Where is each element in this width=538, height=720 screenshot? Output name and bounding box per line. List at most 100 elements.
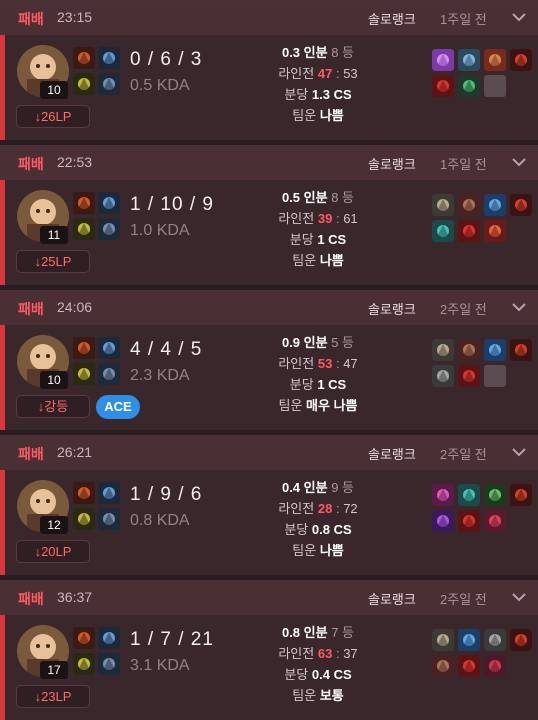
lp-change: ↓23LP bbox=[16, 685, 90, 708]
item-crystal-icon[interactable] bbox=[458, 629, 480, 651]
match-card[interactable]: 패배 22:53 솔로랭크 1주일 전 11 1 / 10 / 9 1.0 KD… bbox=[0, 145, 538, 285]
result-label: 패배 bbox=[18, 156, 44, 172]
result-label: 패배 bbox=[18, 301, 44, 317]
item-purple-icon[interactable] bbox=[432, 510, 454, 532]
team-luck-label: 팀운 bbox=[292, 688, 317, 703]
item-hammer-icon[interactable] bbox=[432, 339, 454, 361]
lane-win: 39 bbox=[317, 211, 333, 226]
item-red-icon[interactable] bbox=[458, 220, 480, 242]
item-pink-icon[interactable] bbox=[432, 484, 454, 506]
item-ruby-icon[interactable] bbox=[484, 655, 506, 677]
item-tome-icon[interactable] bbox=[484, 49, 506, 71]
item-teal-icon[interactable] bbox=[432, 220, 454, 242]
item-crystal-icon[interactable] bbox=[484, 339, 506, 361]
queue-type: 솔로랭크 bbox=[368, 12, 416, 27]
empty-item-slot[interactable] bbox=[484, 365, 506, 387]
lane-label: 라인전 bbox=[278, 501, 315, 516]
item-red-icon[interactable] bbox=[458, 510, 480, 532]
match-stats: 0.5 인분 8 등 라인전 39 : 61 분당 1 CS 팀운 나쁨 bbox=[248, 188, 388, 272]
chevron-down-icon[interactable] bbox=[511, 299, 527, 315]
rune-icon bbox=[98, 653, 120, 675]
item-trinket-icon[interactable] bbox=[510, 484, 532, 506]
team-luck-value: 나쁨 bbox=[319, 543, 344, 558]
item-red-icon[interactable] bbox=[458, 655, 480, 677]
match-card[interactable]: 패배 24:06 솔로랭크 2주일 전 10 4 / 4 / 5 2.3 KDA… bbox=[0, 290, 538, 430]
item-trinket-icon[interactable] bbox=[510, 49, 532, 71]
item-teal-icon[interactable] bbox=[458, 484, 480, 506]
rune-icon bbox=[73, 363, 95, 385]
match-card[interactable]: 패배 36:37 솔로랭크 2주일 전 17 1 / 7 / 21 3.1 KD… bbox=[0, 580, 538, 720]
match-header[interactable]: 패배 26:21 솔로랭크 2주일 전 bbox=[0, 436, 538, 470]
match-stats: 0.8 인분 7 등 라인전 63 : 37 분당 0.4 CS 팀운 보통 bbox=[248, 623, 388, 707]
summoner-spell-icon bbox=[73, 337, 95, 359]
game-duration: 23:15 bbox=[57, 9, 93, 25]
summoner-spell-icon bbox=[98, 192, 120, 214]
team-luck-value: 매우 나쁨 bbox=[306, 398, 358, 413]
match-header[interactable]: 패배 36:37 솔로랭크 2주일 전 bbox=[0, 581, 538, 615]
lane-label: 라인전 bbox=[278, 646, 315, 661]
chevron-down-icon[interactable] bbox=[511, 154, 527, 170]
lane-lose: 72 bbox=[343, 501, 358, 516]
lane-label: 라인전 bbox=[278, 66, 315, 81]
item-boots-icon[interactable] bbox=[458, 339, 480, 361]
time-ago: 2주일 전 bbox=[440, 592, 487, 607]
cs-value: 1 CS bbox=[317, 377, 347, 392]
item-trinket-icon[interactable] bbox=[510, 339, 532, 361]
result-label: 패배 bbox=[18, 446, 44, 462]
match-card[interactable]: 패배 26:21 솔로랭크 2주일 전 12 1 / 9 / 6 0.8 KDA… bbox=[0, 435, 538, 575]
item-red-flower-icon[interactable] bbox=[484, 510, 506, 532]
match-card[interactable]: 패배 23:15 솔로랭크 1주일 전 10 0 / 6 / 3 0.5 KDA… bbox=[0, 0, 538, 140]
match-stats: 0.3 인분 8 등 라인전 47 : 53 분당 1.3 CS 팀운 나쁨 bbox=[248, 43, 388, 127]
rank-value: 5 등 bbox=[331, 335, 355, 350]
team-luck-label: 팀운 bbox=[292, 108, 317, 123]
item-purple-orb-icon[interactable] bbox=[432, 49, 454, 71]
game-duration: 22:53 bbox=[57, 154, 93, 170]
lane-win: 53 bbox=[317, 356, 333, 371]
rank-value: 8 등 bbox=[331, 45, 355, 60]
lane-separator: : bbox=[335, 356, 340, 371]
match-header[interactable]: 패배 24:06 솔로랭크 2주일 전 bbox=[0, 291, 538, 325]
item-trinket-icon[interactable] bbox=[510, 629, 532, 651]
rune-icon bbox=[73, 218, 95, 240]
item-hammer-icon[interactable] bbox=[432, 194, 454, 216]
match-header[interactable]: 패배 23:15 솔로랭크 1주일 전 bbox=[0, 1, 538, 35]
lane-win: 47 bbox=[317, 66, 333, 81]
chevron-down-icon[interactable] bbox=[511, 9, 527, 25]
item-armor-icon[interactable] bbox=[484, 629, 506, 651]
item-boots-icon[interactable] bbox=[432, 655, 454, 677]
item-ward-icon[interactable] bbox=[458, 49, 480, 71]
item-orb-icon[interactable] bbox=[484, 220, 506, 242]
lane-label: 라인전 bbox=[278, 356, 315, 371]
time-ago: 1주일 전 bbox=[440, 12, 487, 27]
lane-lose: 61 bbox=[343, 211, 358, 226]
champion-level: 12 bbox=[40, 516, 68, 534]
cs-value: 1.3 CS bbox=[311, 87, 352, 102]
item-trinket-icon[interactable] bbox=[510, 194, 532, 216]
team-luck-label: 팀운 bbox=[292, 543, 317, 558]
summoner-spell-icon bbox=[73, 482, 95, 504]
item-red-icon[interactable] bbox=[432, 75, 454, 97]
rune-icon bbox=[73, 508, 95, 530]
item-crystal-icon[interactable] bbox=[484, 194, 506, 216]
kda-ratio: 1.0 KDA bbox=[130, 222, 190, 239]
cs-label: 분당 bbox=[284, 667, 309, 682]
queue-type: 솔로랭크 bbox=[368, 302, 416, 317]
lane-separator: : bbox=[335, 211, 340, 226]
item-red-icon[interactable] bbox=[458, 365, 480, 387]
item-armor-icon[interactable] bbox=[432, 365, 454, 387]
item-hammer-icon[interactable] bbox=[432, 629, 454, 651]
item-boots-icon[interactable] bbox=[458, 194, 480, 216]
match-header[interactable]: 패배 22:53 솔로랭크 1주일 전 bbox=[0, 146, 538, 180]
cs-value: 0.4 CS bbox=[311, 667, 352, 682]
chevron-down-icon[interactable] bbox=[511, 589, 527, 605]
item-green-boots-icon[interactable] bbox=[458, 75, 480, 97]
time-ago: 2주일 전 bbox=[440, 447, 487, 462]
chevron-down-icon[interactable] bbox=[511, 444, 527, 460]
lane-lose: 37 bbox=[343, 646, 358, 661]
empty-item-slot[interactable] bbox=[484, 75, 506, 97]
team-luck-value: 나쁨 bbox=[319, 108, 344, 123]
item-green-icon[interactable] bbox=[484, 484, 506, 506]
lp-change: ↓강등 bbox=[16, 395, 90, 418]
queue-type: 솔로랭크 bbox=[368, 447, 416, 462]
lane-lose: 47 bbox=[343, 356, 358, 371]
